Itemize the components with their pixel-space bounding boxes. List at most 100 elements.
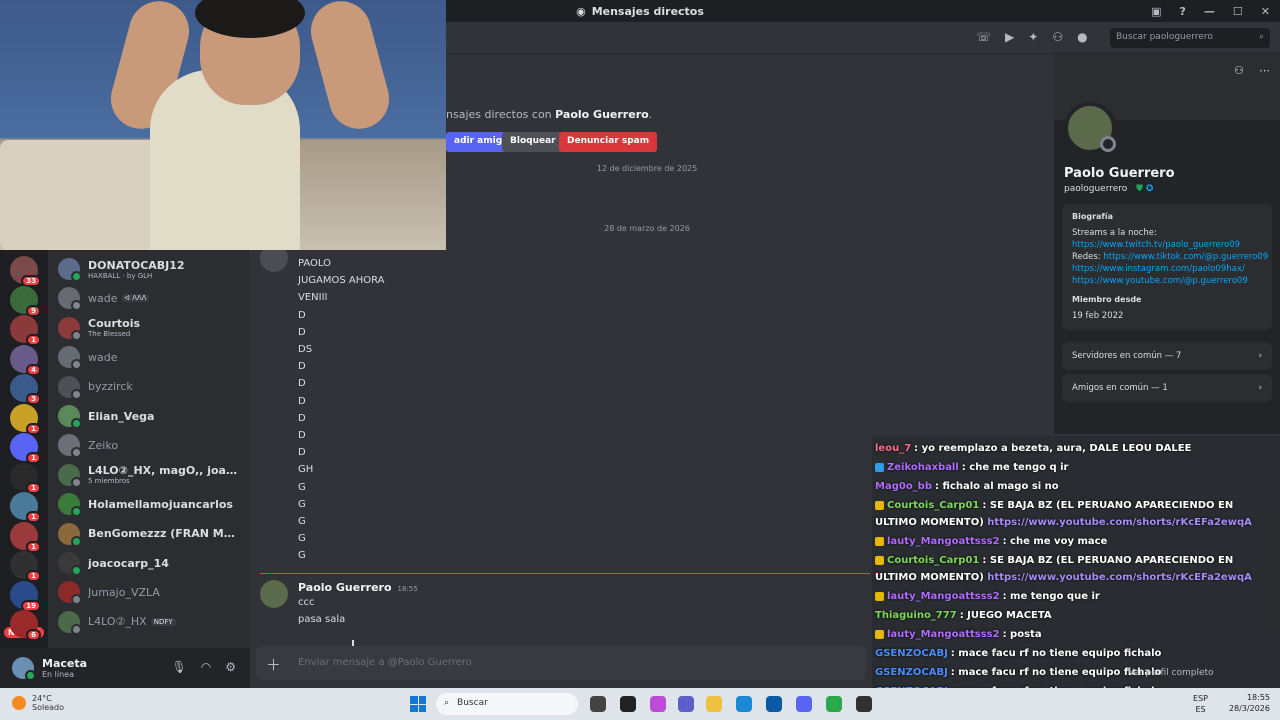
minimize-button[interactable]: —	[1204, 5, 1215, 18]
taskbar: 24°C Soleado ⌕ Buscar ESP ES 18:55 28/3/202…	[0, 688, 1280, 720]
chat-text: : JUEGO MACETA	[959, 610, 1052, 621]
discord-taskbar-icon[interactable]	[796, 696, 812, 712]
profile-avatar[interactable]	[1064, 102, 1116, 154]
dm-item[interactable]: Jumajo_VZLA	[58, 578, 248, 606]
plus-icon[interactable]: ＋	[266, 654, 281, 675]
dm-item[interactable]: L4LO②_HX NDFY	[58, 608, 248, 636]
dm-item[interactable]: wade ᐊ ᐱᐱᐱ	[58, 284, 248, 312]
inbox-icon[interactable]: ▣	[1151, 5, 1161, 18]
copilot-icon[interactable]	[650, 696, 666, 712]
capcut-icon[interactable]	[620, 696, 636, 712]
dm-item[interactable]: DONATOCABJ12 HAXBALL · by GLH	[58, 255, 248, 283]
bio-link[interactable]: https://www.instagram.com/paolo09hax/	[1072, 263, 1262, 275]
member-since-date: 19 feb 2022	[1072, 311, 1124, 321]
server-tag: NDFY	[150, 617, 176, 626]
mutual-friends-row[interactable]: Amigos en común — 1 ›	[1062, 374, 1272, 402]
avatar[interactable]	[260, 580, 288, 608]
message-text: D	[298, 378, 306, 390]
server-icon[interactable]: 1	[10, 492, 41, 523]
mutual-servers-row[interactable]: Servidores en común — 7 ›	[1062, 342, 1272, 370]
dm-item[interactable]: Zeiko	[58, 431, 248, 459]
file-explorer-icon[interactable]	[706, 696, 722, 712]
dm-item[interactable]: joacocarp_14	[58, 549, 248, 577]
store-icon[interactable]	[766, 696, 782, 712]
channel-header: ☏ ▶ ✦ ⚇ ● Buscar paologuerrero ⌕	[446, 22, 1280, 54]
search-input[interactable]: Buscar paologuerrero ⌕	[1110, 28, 1270, 48]
microphone-icon[interactable]: 🎙︎	[172, 660, 187, 674]
dm-item[interactable]: L4LO②_HX, magO,, joacocarp...5 miembros	[58, 461, 248, 489]
dm-list: DONATOCABJ12 HAXBALL · by GLH wade ᐊ ᐱᐱᐱ Cou…	[48, 250, 250, 648]
pin-icon[interactable]: ✦	[1028, 30, 1038, 44]
chat-text: : fichalo al mago si no	[935, 481, 1059, 492]
server-icon[interactable]: 1	[10, 521, 41, 553]
dm-item[interactable]: BenGomezzz (FRAN ME DIO D...	[58, 520, 248, 548]
chat-message: Mag0o_bb: fichalo al mago si no	[875, 478, 1275, 495]
block-button[interactable]: Bloquear	[502, 132, 564, 152]
server-icon[interactable]: 1	[10, 403, 41, 435]
chrome-icon[interactable]	[826, 696, 842, 712]
message-input[interactable]: Enviar mensaje a @Paolo Guerrero	[298, 657, 472, 668]
message-composer[interactable]: ＋ Enviar mensaje a @Paolo Guerrero	[256, 646, 866, 680]
add-friend-icon[interactable]: ⚇	[1234, 64, 1244, 77]
voice-call-icon[interactable]: ☏	[976, 30, 991, 44]
report-spam-button[interactable]: Denunciar spam	[559, 132, 658, 152]
server-icon[interactable]: 33	[10, 256, 41, 287]
more-icon[interactable]: ⋯	[1259, 64, 1270, 77]
date-divider: 12 de diciembre de 2025	[596, 164, 698, 173]
weather-widget[interactable]: 24°C Soleado	[12, 694, 64, 712]
dm-item[interactable]: Holamellamojuancarlos	[58, 490, 248, 518]
dm-item[interactable]: byzzirck	[58, 373, 248, 401]
add-friends-dm-icon[interactable]: ⚇	[1052, 30, 1063, 44]
maximize-button[interactable]: ☐	[1233, 5, 1243, 18]
search-icon: ⌕	[1258, 32, 1264, 42]
edge-icon[interactable]	[736, 696, 752, 712]
chat-username: Thiaguino_777	[875, 610, 957, 621]
help-icon[interactable]: ?	[1180, 5, 1186, 18]
server-icon[interactable]: 9	[10, 285, 41, 317]
user-profile-icon[interactable]: ●	[1077, 30, 1087, 44]
chat-link[interactable]: https://www.youtube.com/shorts/rKcEFa2ew…	[987, 517, 1252, 528]
bio-link[interactable]: https://www.youtube.com/@p.guerrero09	[1072, 275, 1262, 287]
view-full-profile-link[interactable]: Ver perfil completo	[1128, 668, 1214, 678]
server-icon[interactable]: 1	[10, 315, 41, 346]
gear-icon[interactable]: ⚙	[225, 660, 236, 674]
mention-badge: 9	[26, 304, 41, 317]
stream-chat-overlay: leou_7: yo reemplazo a bezeta, aura, DAL…	[872, 436, 1280, 720]
chat-text: : mace facu rf no tiene equipo fichalo	[950, 648, 1162, 659]
message-text: G	[298, 516, 306, 527]
chat-link[interactable]: https://www.youtube.com/shorts/rKcEFa2ew…	[987, 572, 1252, 583]
dm-item[interactable]: wade	[58, 343, 248, 371]
message-author[interactable]: Paolo Guerrero 18:55	[298, 581, 418, 594]
avatar	[58, 405, 82, 429]
close-button[interactable]: ✕	[1261, 5, 1270, 18]
server-icon[interactable]: 3	[10, 374, 41, 405]
chat-text: : me tengo que ir	[1002, 591, 1100, 602]
task-view-icon[interactable]	[590, 696, 606, 712]
bio-link[interactable]: https://www.twitch.tv/paolo_guerrero09	[1072, 239, 1262, 251]
headphones-icon[interactable]: ◠	[201, 660, 211, 674]
dm-item[interactable]: Courtois The Blessed	[58, 314, 248, 342]
dm-item[interactable]: Elian_Vega	[58, 402, 248, 430]
server-icon[interactable]: 19	[10, 580, 41, 612]
chat-message: Thiaguino_777: JUEGO MACETA	[875, 607, 1275, 624]
teams-icon[interactable]	[678, 696, 694, 712]
dm-item-name: L4LO②_HX, magO,, joacocarp...	[88, 464, 238, 478]
taskbar-search[interactable]: ⌕ Buscar	[436, 693, 578, 715]
server-icon[interactable]: 6	[10, 610, 41, 641]
server-icon[interactable]: 4	[10, 344, 41, 376]
user-name[interactable]: Maceta	[42, 657, 87, 670]
bio-link[interactable]: https://www.tiktok.com/@p.guerrero09	[1103, 252, 1268, 262]
server-icon[interactable]: 1	[10, 462, 41, 494]
avatar[interactable]	[12, 657, 36, 681]
video-call-icon[interactable]: ▶	[1005, 30, 1014, 44]
mention-badge: 1	[26, 452, 41, 464]
clock[interactable]: 18:55 28/3/2026	[1229, 692, 1270, 714]
server-icon[interactable]: 1	[10, 433, 41, 464]
language-indicator[interactable]: ESP ES	[1193, 693, 1208, 715]
dm-item-name: Zeiko	[88, 438, 119, 452]
server-icon[interactable]: 1	[10, 551, 41, 582]
obs-icon[interactable]	[856, 696, 872, 712]
windows-start-icon[interactable]	[410, 696, 426, 712]
avatar	[58, 581, 82, 606]
chevron-right-icon: ›	[1258, 351, 1262, 361]
